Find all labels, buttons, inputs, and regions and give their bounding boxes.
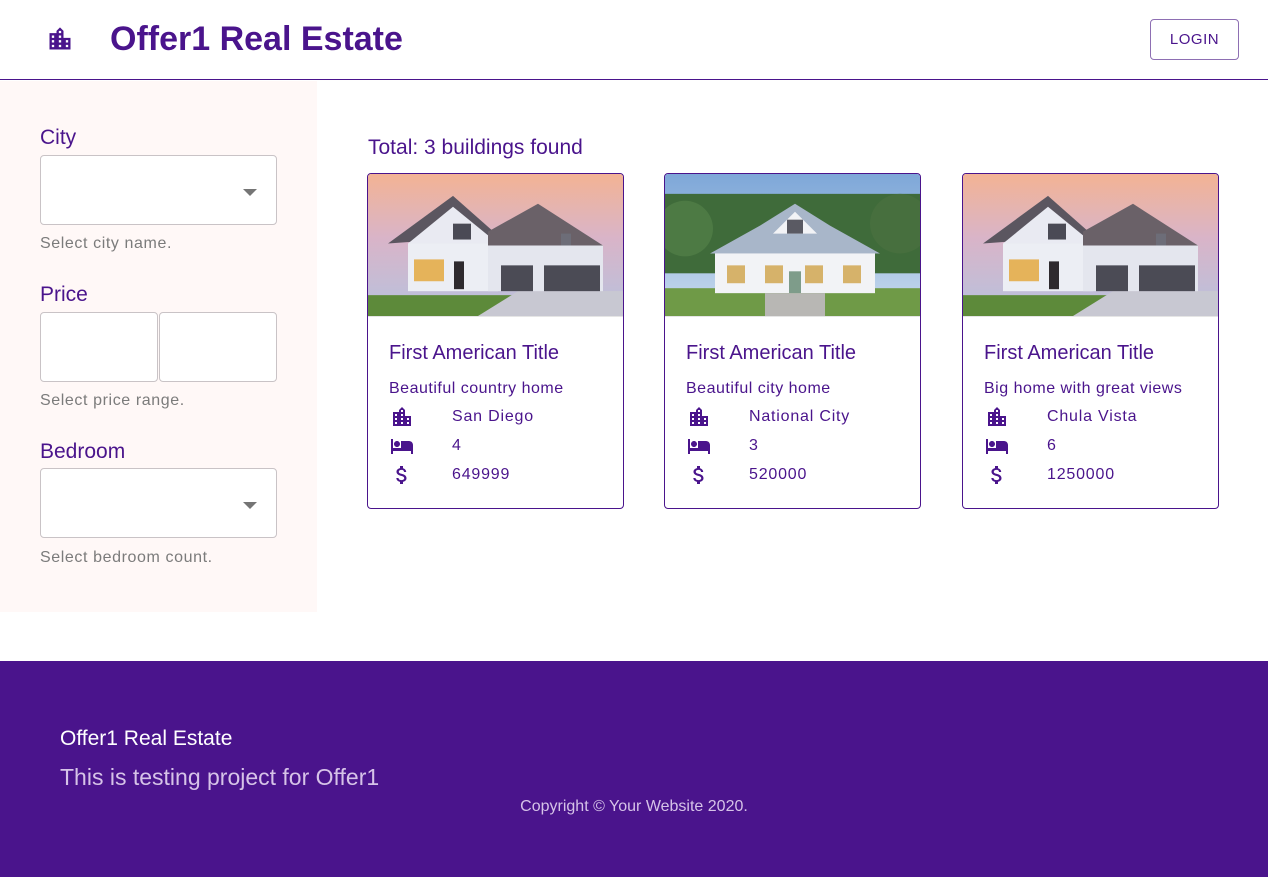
- listing-description: Big home with great views: [984, 380, 1183, 397]
- building-icon: [389, 405, 415, 429]
- filter-sidebar: City Select city name. Price Select pric…: [0, 81, 317, 612]
- login-button[interactable]: LOGIN: [1150, 19, 1239, 60]
- building-icon: [984, 405, 1010, 429]
- listing-card[interactable]: First American Title Beautiful city home…: [664, 173, 921, 509]
- house-photo: [368, 174, 623, 317]
- price-helper-text: Select price range.: [40, 392, 185, 409]
- listing-price: 1250000: [1047, 466, 1115, 483]
- bed-icon: [984, 434, 1010, 458]
- listing-city: Chula Vista: [1047, 408, 1138, 425]
- app-header: Offer1 Real Estate LOGIN: [0, 0, 1268, 80]
- building-icon: [46, 25, 74, 53]
- listing-description: Beautiful city home: [686, 380, 831, 397]
- bedroom-helper-text: Select bedroom count.: [40, 549, 213, 566]
- listing-title: First American Title: [686, 342, 857, 364]
- dollar-icon: [686, 463, 712, 487]
- listing-price-row: 520000: [686, 463, 916, 487]
- listing-city: National City: [749, 408, 851, 425]
- chevron-down-icon: [243, 189, 257, 196]
- listing-title: First American Title: [984, 342, 1155, 364]
- bedroom-filter-label: Bedroom: [40, 440, 126, 463]
- listing-price-row: 1250000: [984, 463, 1214, 487]
- listing-bedrooms-row: 3: [686, 434, 916, 458]
- city-helper-text: Select city name.: [40, 235, 173, 252]
- site-footer: Offer1 Real Estate This is testing proje…: [0, 661, 1268, 877]
- bedroom-select[interactable]: [40, 468, 277, 538]
- price-filter-label: Price: [40, 283, 88, 306]
- listing-price-row: 649999: [389, 463, 619, 487]
- listing-city: San Diego: [452, 408, 534, 425]
- listing-bedrooms-row: 6: [984, 434, 1214, 458]
- listing-bedrooms: 3: [749, 437, 759, 454]
- brand-title[interactable]: Offer1 Real Estate: [110, 19, 403, 59]
- listing-city-row: National City: [686, 405, 916, 429]
- listing-bedrooms: 6: [1047, 437, 1057, 454]
- building-icon: [686, 405, 712, 429]
- dollar-icon: [389, 463, 415, 487]
- footer-copyright: Copyright © Your Website 2020.: [520, 798, 748, 815]
- chevron-down-icon: [243, 502, 257, 509]
- footer-subtitle: This is testing project for Offer1: [60, 764, 380, 790]
- house-photo: [665, 174, 920, 317]
- results-total: Total: 3 buildings found: [368, 136, 583, 159]
- bed-icon: [389, 434, 415, 458]
- listing-title: First American Title: [389, 342, 560, 364]
- price-max-input[interactable]: [159, 312, 277, 382]
- city-filter-label: City: [40, 126, 77, 149]
- listing-card[interactable]: First American Title Big home with great…: [962, 173, 1219, 509]
- listing-price: 649999: [452, 466, 511, 483]
- listing-city-row: Chula Vista: [984, 405, 1214, 429]
- listing-price: 520000: [749, 466, 808, 483]
- price-min-input[interactable]: [40, 312, 158, 382]
- listing-bedrooms-row: 4: [389, 434, 619, 458]
- city-select[interactable]: [40, 155, 277, 225]
- listing-bedrooms: 4: [452, 437, 462, 454]
- footer-title: Offer1 Real Estate: [60, 727, 233, 750]
- listing-city-row: San Diego: [389, 405, 619, 429]
- dollar-icon: [984, 463, 1010, 487]
- listing-description: Beautiful country home: [389, 380, 564, 397]
- house-photo: [963, 174, 1218, 317]
- bed-icon: [686, 434, 712, 458]
- listing-card[interactable]: First American Title Beautiful country h…: [367, 173, 624, 509]
